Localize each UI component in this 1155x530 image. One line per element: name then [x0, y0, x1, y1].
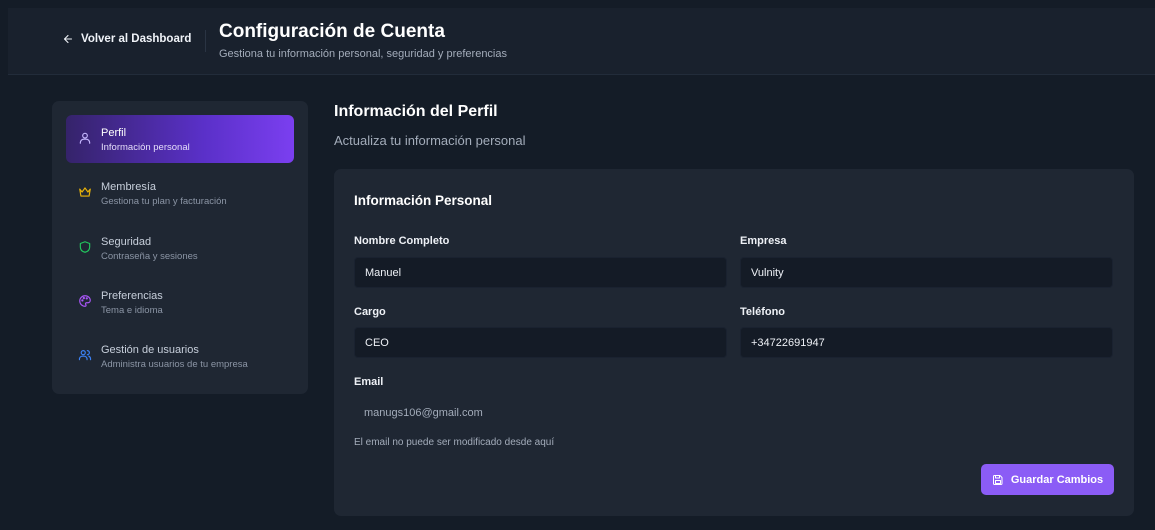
- sidebar-item-membresia[interactable]: Membresía Gestiona tu plan y facturación: [66, 169, 294, 217]
- name-label: Nombre Completo: [354, 235, 450, 247]
- company-input[interactable]: [740, 257, 1113, 288]
- header-divider: [205, 30, 206, 52]
- phone-input[interactable]: [740, 327, 1113, 358]
- page-subtitle: Gestiona tu información personal, seguri…: [219, 48, 507, 60]
- sidebar-item-label: Preferencias: [101, 290, 163, 302]
- save-changes-button[interactable]: Guardar Cambios: [981, 464, 1114, 495]
- sidebar-item-label: Membresía: [101, 181, 157, 193]
- crown-icon: [78, 185, 92, 199]
- sidebar-item-description: Información personal: [101, 142, 190, 153]
- sidebar-item-preferencias[interactable]: Preferencias Tema e idioma: [66, 278, 294, 326]
- settings-sidebar: Perfil Información personal Membresía Ge…: [52, 101, 308, 394]
- user-icon: [78, 131, 92, 145]
- save-label: Guardar Cambios: [1010, 473, 1104, 486]
- sidebar-item-seguridad[interactable]: Seguridad Contraseña y sesiones: [66, 224, 294, 272]
- sidebar-item-description: Contraseña y sesiones: [101, 251, 198, 262]
- company-label: Empresa: [740, 235, 787, 247]
- section-subtitle: Actualiza tu información personal: [334, 133, 526, 148]
- sidebar-item-label: Seguridad: [101, 236, 152, 248]
- section-title: Información del Perfil: [334, 103, 498, 120]
- sidebar-item-gestion-usuarios[interactable]: Gestión de usuarios Administra usuarios …: [66, 332, 294, 380]
- sidebar-item-label: Perfil: [101, 127, 127, 139]
- position-input[interactable]: [354, 327, 727, 358]
- email-hint: El email no puede ser modificado desde a…: [354, 437, 555, 448]
- sidebar-item-perfil[interactable]: Perfil Información personal: [66, 115, 294, 163]
- arrow-left-icon: [63, 34, 73, 44]
- users-icon: [78, 348, 92, 362]
- phone-label: Teléfono: [740, 306, 786, 318]
- name-input[interactable]: [354, 257, 727, 288]
- email-label: Email: [354, 376, 384, 388]
- back-to-dashboard-button[interactable]: Volver al Dashboard: [62, 33, 191, 45]
- sidebar-item-label: Gestión de usuarios: [101, 344, 199, 356]
- sidebar-item-description: Tema e idioma: [101, 305, 163, 316]
- back-label: Volver al Dashboard: [81, 33, 192, 45]
- email-value: manugs106@gmail.com: [364, 407, 483, 419]
- palette-icon: [78, 294, 92, 308]
- sidebar-item-description: Administra usuarios de tu empresa: [101, 359, 248, 370]
- sidebar-item-description: Gestiona tu plan y facturación: [101, 196, 227, 207]
- card-title: Información Personal: [354, 193, 493, 208]
- save-icon: [992, 474, 1003, 485]
- page-header: Volver al Dashboard Configuración de Cue…: [8, 8, 1155, 75]
- personal-info-card: Información Personal Nombre Completo Emp…: [334, 169, 1134, 516]
- page-title: Configuración de Cuenta: [219, 21, 445, 42]
- position-label: Cargo: [354, 306, 386, 318]
- shield-icon: [78, 240, 92, 254]
